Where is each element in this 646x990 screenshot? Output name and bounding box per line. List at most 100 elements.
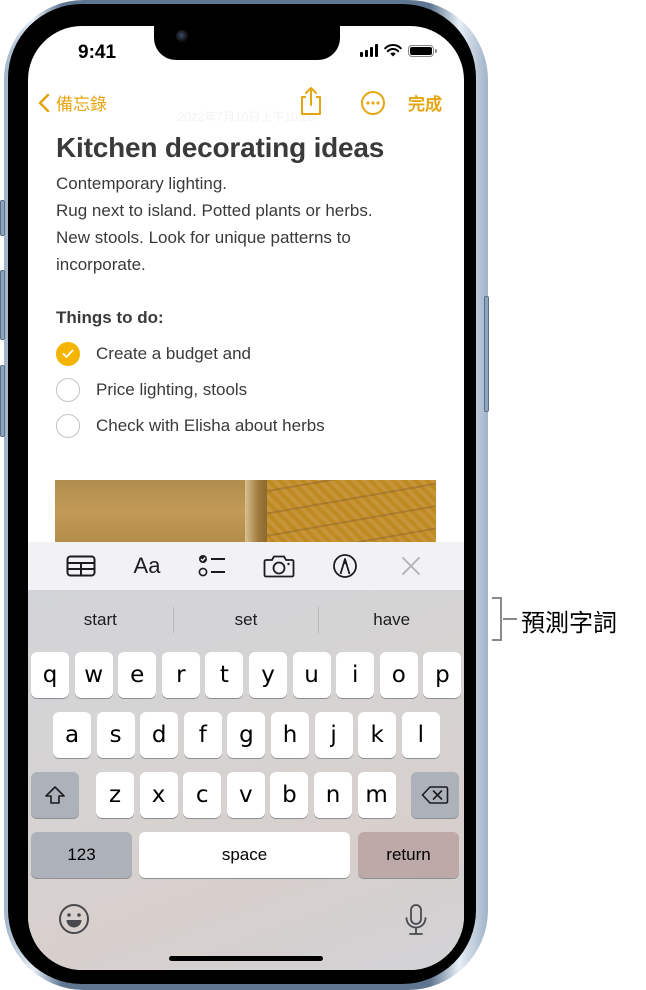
key-c[interactable]: c — [183, 772, 222, 818]
space-key[interactable]: space — [139, 832, 350, 878]
front-camera — [176, 30, 188, 42]
key-m[interactable]: m — [357, 772, 396, 818]
note-body[interactable]: Contemporary lighting. Rug next to islan… — [56, 170, 446, 278]
keyboard: start set have qwertyuiop asdfghjkl zxcv… — [28, 590, 464, 970]
nav-bar: 2022年7月10日上午10:26 備忘錄 完成 — [28, 86, 464, 124]
key-t[interactable]: t — [205, 652, 244, 698]
checkmark-icon — [62, 349, 74, 358]
checklist-item: Check with Elisha about herbs — [56, 408, 325, 444]
checklist-button[interactable] — [193, 546, 233, 586]
chevron-left-icon — [38, 93, 50, 112]
prediction-suggestion[interactable]: have — [319, 606, 464, 634]
close-icon — [402, 557, 420, 575]
return-key[interactable]: return — [358, 832, 459, 878]
shift-icon — [45, 786, 65, 804]
side-button — [484, 296, 489, 412]
battery-icon — [408, 44, 437, 57]
key-d[interactable]: d — [140, 712, 179, 758]
key-l[interactable]: l — [401, 712, 440, 758]
share-button[interactable] — [298, 86, 324, 121]
key-i[interactable]: i — [336, 652, 375, 698]
checklist-icon — [198, 555, 225, 577]
key-o[interactable]: o — [379, 652, 418, 698]
key-s[interactable]: s — [96, 712, 135, 758]
done-button[interactable]: 完成 — [408, 90, 442, 115]
key-g[interactable]: g — [227, 712, 266, 758]
shift-key[interactable] — [31, 772, 79, 818]
more-button[interactable] — [360, 90, 386, 121]
emoji-icon — [59, 904, 89, 934]
back-label: 備忘錄 — [56, 95, 107, 114]
notch — [154, 26, 340, 60]
home-indicator[interactable] — [169, 956, 323, 961]
key-v[interactable]: v — [226, 772, 265, 818]
note-line: New stools. Look for unique patterns to — [56, 228, 351, 247]
checklist: Create a budget and Price lighting, stoo… — [56, 336, 325, 444]
formatting-toolbar: Aa — [28, 542, 464, 590]
note-line: Rug next to island. Potted plants or her… — [56, 201, 373, 220]
checklist-item: Price lighting, stools — [56, 372, 325, 408]
dictation-button[interactable] — [404, 903, 428, 942]
markup-pen-icon — [333, 554, 357, 578]
wifi-icon — [384, 44, 402, 57]
key-q[interactable]: q — [31, 652, 69, 698]
status-time: 9:41 — [78, 42, 117, 63]
microphone-icon — [405, 904, 427, 935]
key-n[interactable]: n — [314, 772, 352, 818]
checkbox-unchecked[interactable] — [56, 414, 80, 438]
delete-backspace-icon — [421, 786, 449, 804]
checklist-label: Check with Elisha about herbs — [96, 416, 325, 435]
note-title[interactable]: Kitchen decorating ideas — [56, 130, 446, 166]
key-f[interactable]: f — [183, 712, 222, 758]
silent-switch — [0, 200, 5, 236]
format-text-label: Aa — [133, 553, 161, 578]
close-toolbar-button[interactable] — [391, 546, 431, 586]
share-icon — [301, 87, 321, 115]
table-button[interactable] — [61, 546, 101, 586]
key-a[interactable]: a — [53, 712, 91, 758]
format-text-button[interactable]: Aa — [127, 546, 167, 586]
numbers-key[interactable]: 123 — [31, 832, 132, 878]
markup-button[interactable] — [325, 546, 365, 586]
note-content[interactable]: Kitchen decorating ideas Contemporary li… — [56, 130, 446, 278]
checkbox-unchecked[interactable] — [56, 378, 80, 402]
key-h[interactable]: h — [271, 712, 309, 758]
delete-key[interactable] — [411, 772, 459, 818]
checklist-label: Create a budget and — [96, 344, 252, 363]
key-p[interactable]: p — [423, 652, 462, 698]
predictive-text-bar: start set have — [28, 598, 464, 642]
emoji-button[interactable] — [58, 903, 90, 940]
table-icon — [66, 555, 96, 577]
note-line: incorporate. — [56, 255, 146, 274]
callout-bracket — [492, 597, 502, 641]
key-k[interactable]: k — [358, 712, 397, 758]
screen: 9:41 2022年7月10日上午10:26 備忘錄 完成 Kitchen de… — [28, 26, 464, 970]
checklist-label: Price lighting, stools — [96, 380, 248, 399]
callout-line — [503, 618, 517, 620]
key-e[interactable]: e — [118, 652, 157, 698]
ellipsis-circle-icon — [361, 91, 385, 115]
callout-label: 預測字詞 — [521, 609, 617, 637]
section-heading: Things to do: — [56, 308, 164, 327]
status-icons — [360, 44, 437, 57]
key-u[interactable]: u — [292, 652, 331, 698]
camera-button[interactable] — [259, 546, 299, 586]
key-y[interactable]: y — [249, 652, 287, 698]
volume-up-button — [0, 270, 5, 340]
volume-down-button — [0, 365, 5, 437]
checklist-item: Create a budget and — [56, 336, 325, 372]
attached-photo[interactable] — [55, 480, 436, 544]
back-button[interactable]: 備忘錄 — [38, 90, 107, 115]
key-z[interactable]: z — [96, 772, 134, 818]
key-r[interactable]: r — [161, 652, 200, 698]
camera-icon — [263, 555, 295, 578]
prediction-suggestion[interactable]: start — [28, 606, 173, 634]
key-b[interactable]: b — [270, 772, 309, 818]
note-line: Contemporary lighting. — [56, 174, 228, 193]
prediction-suggestion[interactable]: set — [174, 606, 319, 634]
key-w[interactable]: w — [74, 652, 113, 698]
key-j[interactable]: j — [314, 712, 353, 758]
key-x[interactable]: x — [139, 772, 178, 818]
checkbox-checked[interactable] — [56, 342, 80, 366]
cellular-signal-icon — [360, 44, 378, 57]
